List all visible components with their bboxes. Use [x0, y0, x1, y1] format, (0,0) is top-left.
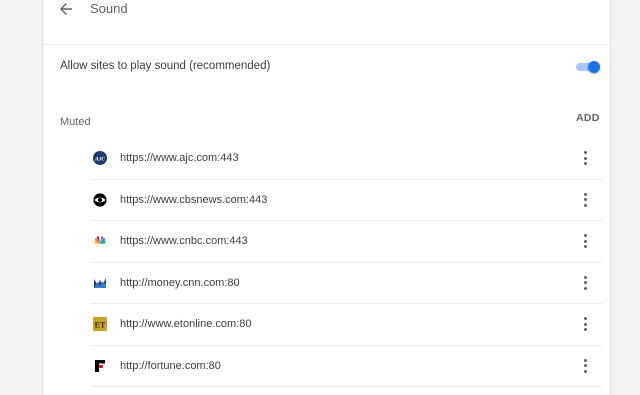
more-options-icon[interactable] [577, 273, 595, 293]
list-item: ET http://www.etonline.com:80 [91, 304, 602, 346]
sound-setting-label: Allow sites to play sound (recommended) [60, 60, 271, 72]
more-options-icon[interactable] [577, 148, 595, 168]
more-options-icon[interactable] [577, 314, 595, 334]
ajc-icon: AJC [93, 151, 107, 165]
et-icon: ET [93, 317, 107, 331]
cnn-money-icon [93, 275, 107, 290]
settings-card: Sound Allow sites to play sound (recomme… [43, 0, 610, 395]
add-button[interactable]: ADD [576, 112, 600, 124]
site-url: https://www.cnbc.com:443 [120, 235, 248, 247]
page-title: Sound [90, 1, 128, 16]
site-url: http://fortune.com:80 [120, 359, 221, 372]
svg-text:AJC: AJC [94, 156, 105, 162]
fortune-icon [93, 359, 107, 373]
toggle-knob [588, 61, 600, 73]
back-arrow-icon[interactable] [58, 1, 74, 17]
muted-section-label: Muted [60, 116, 91, 128]
list-item: AJC https://www.ajc.com:443 [91, 138, 602, 180]
more-options-icon[interactable] [577, 190, 595, 210]
cbs-eye-icon [93, 192, 107, 207]
page-header: Sound [43, 0, 610, 22]
list-item: http://money.cnn.com:80 [91, 263, 602, 304]
list-item: http://fortune.com:80 [91, 346, 602, 387]
nbc-peacock-icon [93, 234, 107, 248]
more-options-icon[interactable] [577, 231, 595, 251]
svg-text:ET: ET [95, 321, 106, 330]
list-item: https://www.cbsnews.com:443 [91, 180, 602, 221]
more-options-icon[interactable] [577, 356, 595, 376]
sound-setting-row: Allow sites to play sound (recommended) [43, 44, 610, 89]
site-url: http://www.etonline.com:80 [120, 318, 252, 330]
site-url: https://www.ajc.com:443 [120, 152, 239, 164]
list-item: https://www.cnbc.com:443 [91, 221, 602, 263]
muted-sites-list: AJC https://www.ajc.com:443 https://www.… [91, 138, 602, 387]
site-url: http://money.cnn.com:80 [120, 276, 240, 289]
sound-toggle[interactable] [574, 60, 602, 74]
site-url: https://www.cbsnews.com:443 [120, 193, 268, 206]
